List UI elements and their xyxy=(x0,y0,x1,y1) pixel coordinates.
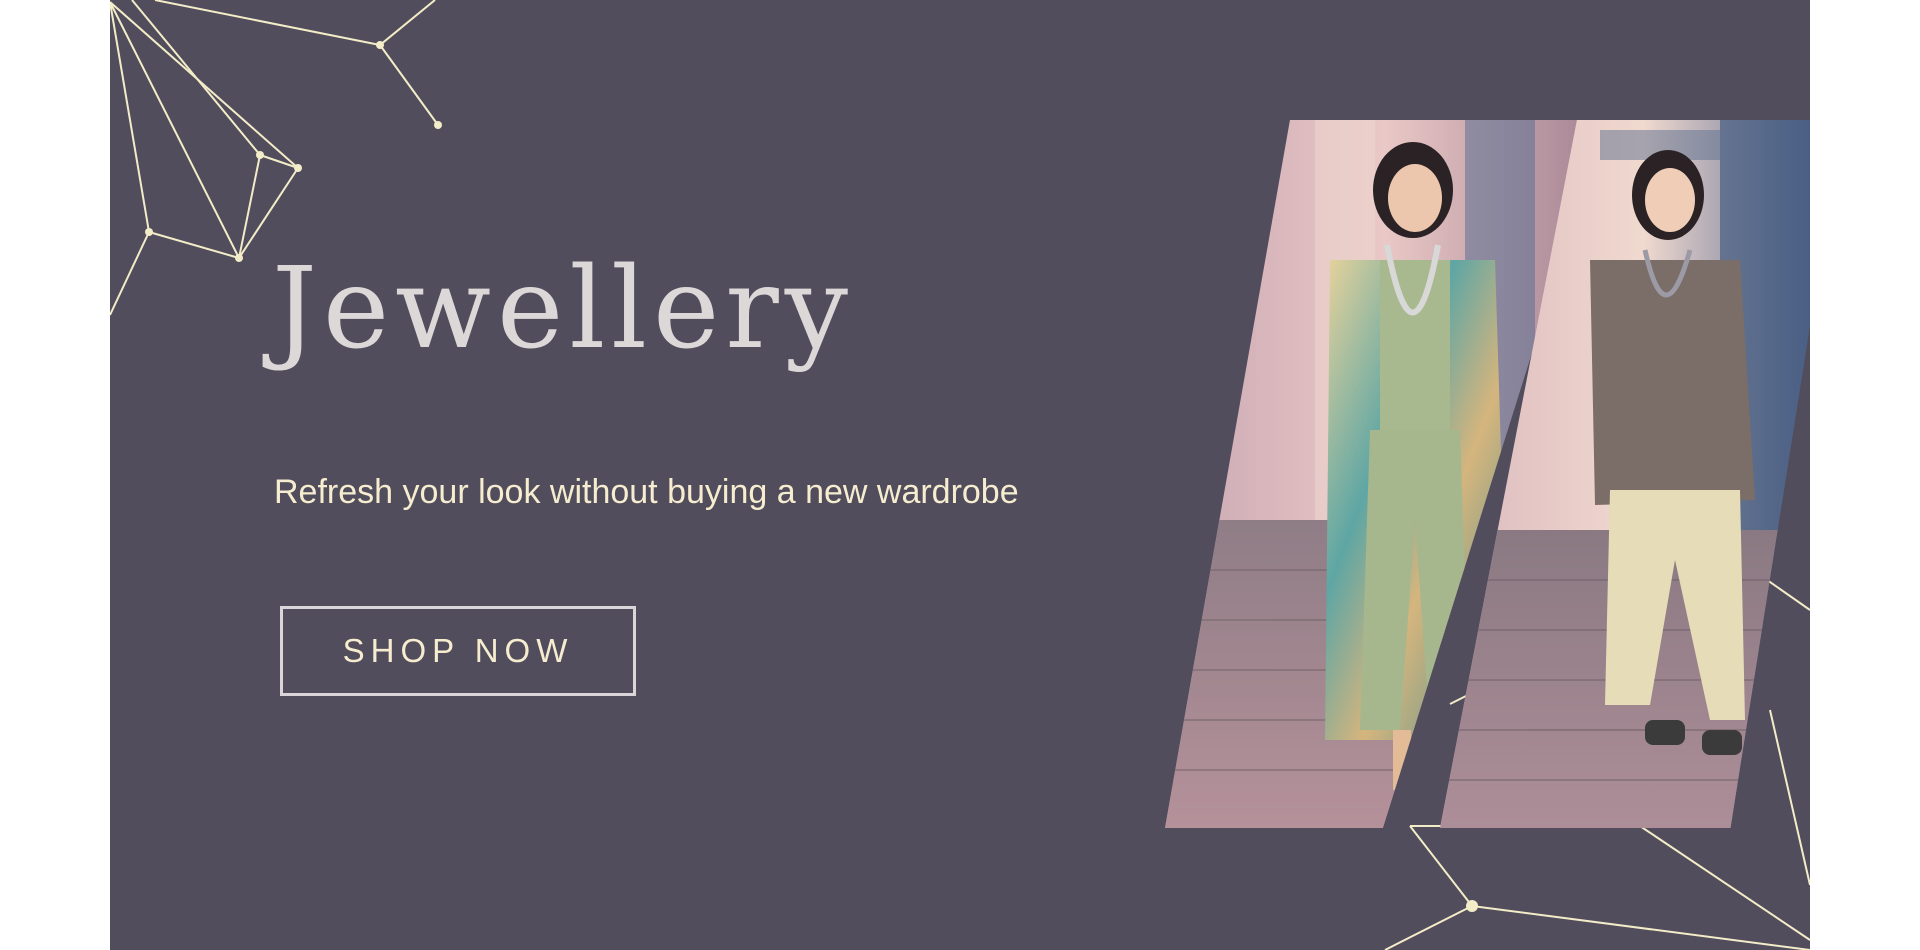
page: Jewellery Refresh your look without buyi… xyxy=(0,0,1920,950)
hero-banner: Jewellery Refresh your look without buyi… xyxy=(110,0,1810,950)
model-photos xyxy=(110,0,1810,950)
